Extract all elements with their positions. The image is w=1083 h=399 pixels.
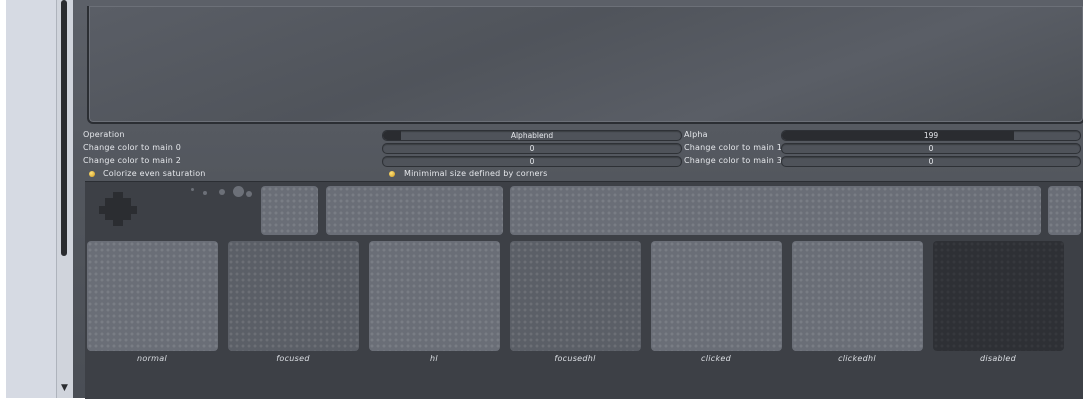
alpha-label: Alpha	[684, 130, 708, 139]
minimal-size-label: Minimimal size defined by corners	[404, 169, 548, 178]
scrollbar-thumb[interactable]	[61, 0, 67, 256]
main0-label: Change color to main 0	[83, 143, 182, 152]
main0-value: 0	[529, 144, 535, 153]
state-tile-disabled	[933, 241, 1064, 351]
main3-slider[interactable]: 0	[781, 156, 1081, 167]
state-label-clicked: clicked	[701, 354, 731, 363]
state-tile-hl	[369, 241, 500, 351]
corner-pattern-icon	[99, 192, 139, 228]
state-label-focusedhl: focusedhl	[554, 354, 596, 363]
main1-value: 0	[928, 144, 934, 153]
minimal-size-checkbox[interactable]	[389, 171, 395, 177]
main0-slider[interactable]: 0	[382, 143, 682, 154]
state-label-focused: focused	[276, 354, 310, 363]
colorize-checkbox[interactable]	[89, 171, 95, 177]
preview-area	[87, 6, 1083, 124]
state-tile-focusedhl	[510, 241, 641, 351]
main-panel: Operation Alphablend Alpha 199 Change co…	[73, 0, 1083, 399]
main3-value: 0	[928, 157, 934, 166]
alpha-value: 199	[923, 131, 939, 140]
corner-dots-decoration	[185, 185, 260, 205]
state-tile-clicked	[651, 241, 782, 351]
vertical-scrollbar[interactable]: ▼	[56, 0, 73, 398]
state-tile-clickedhl	[792, 241, 923, 351]
left-pane	[6, 0, 57, 398]
operation-value: Alphablend	[510, 131, 554, 140]
main2-value: 0	[529, 157, 535, 166]
end-tile	[1048, 186, 1081, 235]
wide-tile	[510, 186, 1041, 235]
main1-slider[interactable]: 0	[781, 143, 1081, 154]
edge-tile	[326, 186, 503, 235]
scroll-down-arrow-icon[interactable]: ▼	[59, 383, 70, 394]
main1-label: Change color to main 1	[684, 143, 783, 152]
state-label-normal: normal	[137, 354, 167, 363]
skin-states-area	[85, 181, 1083, 399]
alpha-slider[interactable]: 199	[781, 130, 1081, 141]
main3-label: Change color to main 3	[684, 156, 783, 165]
main2-label: Change color to main 2	[83, 156, 182, 165]
main2-slider[interactable]: 0	[382, 156, 682, 167]
state-label-hl: hl	[430, 354, 438, 363]
operation-select[interactable]: Alphablend	[382, 130, 682, 141]
colorize-label: Colorize even saturation	[103, 169, 206, 178]
operation-label: Operation	[83, 130, 125, 139]
corner-tile	[261, 186, 318, 235]
skin-editor-window: ▼ Operation Alphablend Alpha 199 Change …	[0, 0, 1083, 399]
state-tile-focused	[228, 241, 359, 351]
state-tile-normal	[87, 241, 218, 351]
state-label-clickedhl: clickedhl	[838, 354, 876, 363]
state-label-disabled: disabled	[979, 354, 1017, 363]
